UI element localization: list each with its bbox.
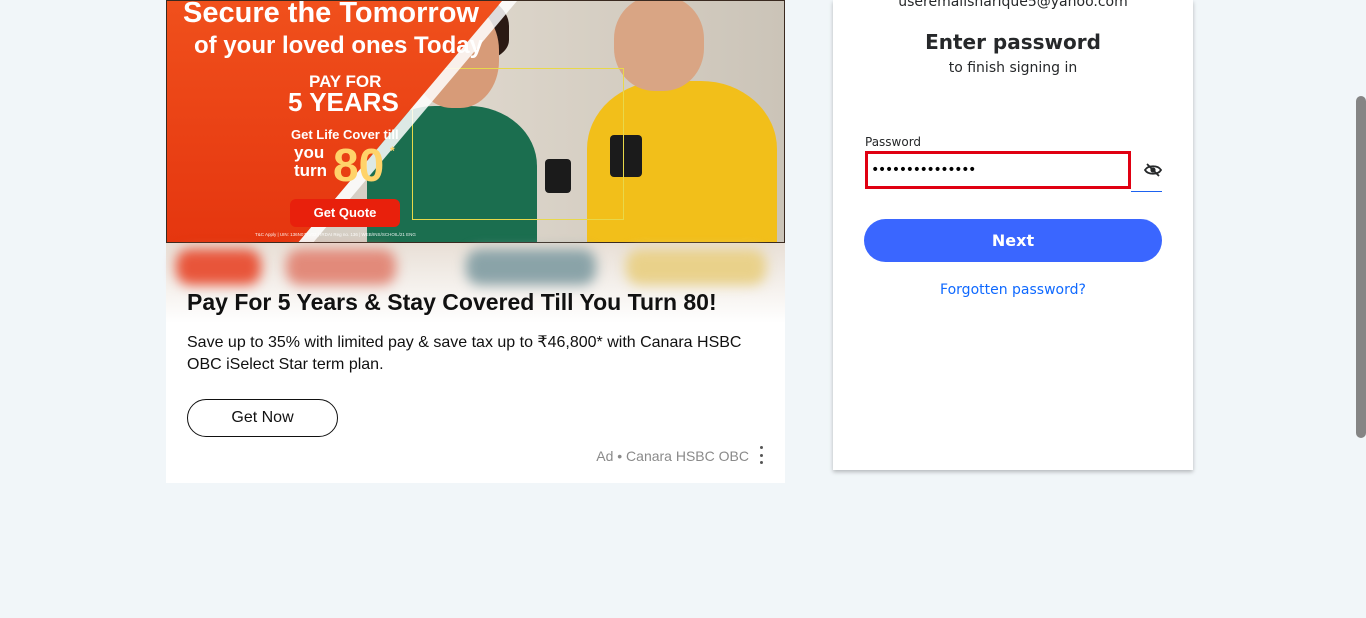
banner-frame	[412, 68, 624, 220]
banner-years: 5 YEARS	[288, 87, 399, 117]
banner-asterisk: *	[390, 144, 395, 158]
get-now-button[interactable]: Get Now	[187, 399, 338, 437]
page-subtitle: to finish signing in	[948, 60, 1078, 76]
forgot-password-link[interactable]: Forgotten password?	[833, 282, 1193, 298]
account-email: useremailsharique5@yahoo.com	[898, 0, 1128, 10]
login-card: useremailsharique5@yahoo.com Enter passw…	[833, 0, 1193, 470]
ad-headline[interactable]: Pay For 5 Years & Stay Covered Till You …	[187, 289, 717, 316]
ad-banner-image[interactable]: Secure the Tomorrow of your loved ones T…	[166, 0, 785, 243]
next-button[interactable]: Next	[864, 219, 1162, 262]
scrollbar-thumb[interactable]	[1356, 96, 1366, 438]
banner-subtitle: of your loved ones Today	[194, 32, 483, 59]
kebab-menu-icon[interactable]	[756, 446, 766, 464]
banner-you-turn: you turn	[294, 143, 328, 180]
ad-card: Secure the Tomorrow of your loved ones T…	[166, 0, 785, 483]
ad-description: Save up to 35% with limited pay & save t…	[187, 334, 742, 373]
password-underline	[1131, 191, 1162, 192]
password-label: Password	[865, 135, 922, 149]
get-quote-button[interactable]: Get Quote	[290, 199, 400, 227]
banner-title: Secure the Tomorrow	[183, 0, 479, 29]
ad-attribution: Ad • Canara HSBC OBC	[596, 448, 749, 464]
password-field[interactable]	[865, 151, 1131, 189]
banner-age: 80	[333, 139, 385, 191]
page-title: Enter password	[925, 30, 1101, 54]
eye-slash-icon[interactable]	[1143, 160, 1163, 180]
man-figure-head	[614, 1, 704, 91]
banner-fine-print: T&C Apply | UIN: 136N077V02 | IRDAI Reg …	[255, 232, 416, 237]
